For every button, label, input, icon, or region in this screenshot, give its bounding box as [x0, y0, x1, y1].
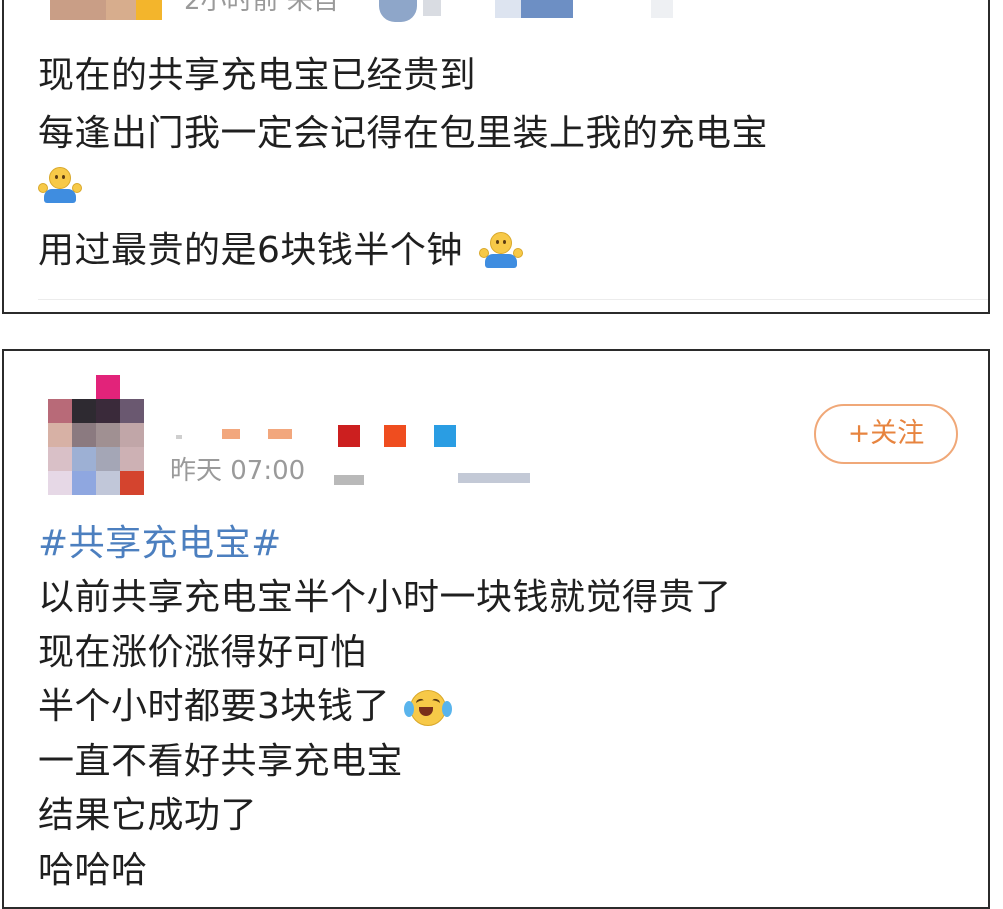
post-text-line	[38, 164, 82, 208]
post-text-line: 半个小时都要3块钱了	[38, 685, 452, 729]
blurred-source	[334, 469, 534, 489]
hashtag-link[interactable]: #共享充电宝#	[38, 522, 282, 566]
post-card-2: 昨天 07:00 +关注 #共享充电宝# 以前共享充电宝半个小时一块钱就觉得贵了…	[2, 349, 990, 909]
post-text-line: 以前共享充电宝半个小时一块钱就觉得贵了	[38, 577, 732, 618]
post-text-line: 现在的共享充电宝已经贵到	[38, 55, 477, 96]
blurred-username	[176, 421, 466, 451]
post-meta: 2小时前 来自	[184, 0, 339, 16]
post-text-line: 现在涨价涨得好可怕	[38, 632, 367, 673]
post-timestamp: 昨天 07:00	[170, 456, 306, 486]
post-text-line: 哈哈哈	[38, 850, 148, 891]
laughing-crying-emoji	[403, 688, 452, 728]
post-card-1: 2小时前 来自 现在的共享充电宝已经贵到 每逢出门我一定会记得在包里装上我的充电…	[2, 0, 990, 314]
shrug-emoji	[478, 232, 523, 272]
post-text-line: 用过最贵的是6块钱半个钟	[38, 229, 523, 273]
divider	[38, 299, 988, 300]
post-text-line: 一直不看好共享充电宝	[38, 741, 404, 782]
post-text-line: 结果它成功了	[38, 795, 258, 836]
avatar[interactable]	[48, 375, 148, 499]
post-text-line: 每逢出门我一定会记得在包里装上我的充电宝	[38, 113, 769, 154]
follow-button[interactable]: +关注	[814, 404, 958, 464]
blurred-username	[379, 0, 679, 22]
shrug-emoji	[38, 167, 82, 207]
avatar[interactable]	[50, 0, 162, 20]
